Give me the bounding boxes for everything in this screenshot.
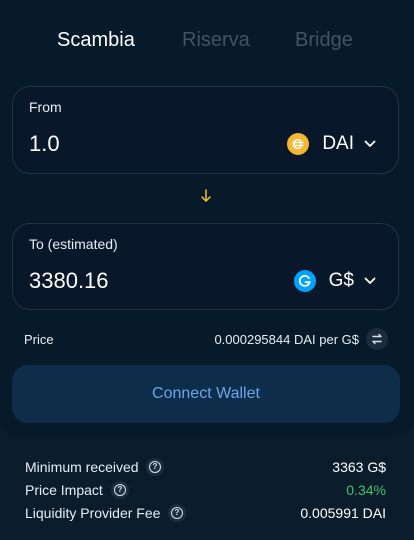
tab-bridge[interactable]: Bridge [295, 29, 353, 52]
detail-value: 0.34% [346, 482, 386, 498]
swap-rate-icon[interactable] [366, 328, 388, 350]
to-label: To (estimated) [29, 236, 118, 252]
from-token-selector[interactable]: DAI [287, 132, 376, 156]
gooddollar-token-icon [293, 270, 316, 292]
question-icon[interactable]: ? [111, 481, 129, 499]
arrow-down-icon[interactable] [199, 188, 213, 204]
connect-wallet-button[interactable]: Connect Wallet [12, 365, 400, 423]
from-amount-input[interactable]: 1.0 [29, 131, 60, 157]
question-icon[interactable]: ? [168, 504, 186, 522]
price-row: Price 0.000295844 DAI per G$ [24, 328, 389, 350]
detail-minimum-received: Minimum received ? 3363 G$ [25, 457, 386, 480]
from-token-name: DAI [322, 133, 354, 154]
detail-label: Price Impact [25, 482, 103, 498]
price-value: 0.000295844 DAI per G$ [214, 332, 359, 347]
price-label: Price [24, 332, 54, 347]
dai-token-icon [287, 133, 310, 155]
detail-label: Liquidity Provider Fee [25, 505, 161, 521]
to-token-selector[interactable]: G$ [293, 269, 376, 293]
detail-value: 0.005991 DAI [300, 505, 386, 521]
swap-card: Scambia Riserva Bridge From 1.0 DAI To (… [0, 0, 414, 438]
to-panel: To (estimated) 3380.16 G$ [12, 223, 399, 310]
tab-scambia[interactable]: Scambia [57, 29, 135, 52]
to-token-name: G$ [328, 270, 354, 291]
to-amount-input[interactable]: 3380.16 [29, 268, 109, 294]
swap-page: Scambia Riserva Bridge From 1.0 DAI To (… [0, 0, 414, 540]
from-label: From [29, 99, 62, 115]
swap-tabs: Scambia Riserva Bridge [0, 29, 414, 55]
detail-liquidity-provider-fee: Liquidity Provider Fee ? 0.005991 DAI [25, 503, 386, 526]
detail-value: 3363 G$ [332, 459, 386, 475]
question-icon[interactable]: ? [146, 458, 164, 476]
from-panel: From 1.0 DAI [12, 86, 399, 174]
trade-details: Minimum received ? 3363 G$ Price Impact … [25, 457, 386, 526]
chevron-down-icon [364, 277, 376, 284]
detail-price-impact: Price Impact ? 0.34% [25, 480, 386, 503]
detail-label: Minimum received [25, 459, 139, 475]
chevron-down-icon [364, 140, 376, 147]
tab-riserva[interactable]: Riserva [182, 29, 250, 52]
